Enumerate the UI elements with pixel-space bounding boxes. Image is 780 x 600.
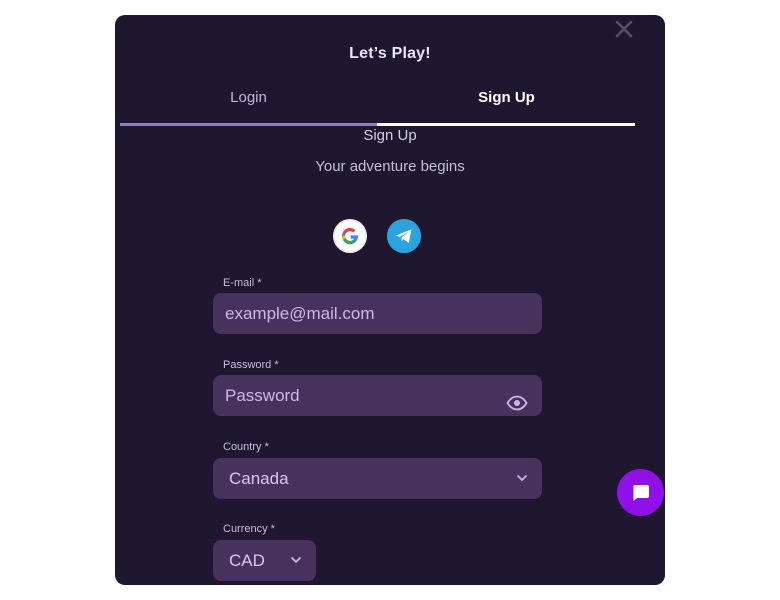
chevron-down-icon — [291, 557, 301, 563]
google-login-button[interactable] — [333, 219, 367, 253]
telegram-icon — [387, 219, 421, 253]
signup-tagline: Your adventure begins — [315, 158, 465, 175]
tab-indicator-inactive — [120, 123, 377, 126]
tab-sign-up[interactable]: Sign Up — [378, 85, 635, 113]
country-value: Canada — [229, 469, 289, 488]
eye-icon — [506, 395, 528, 411]
currency-label: Currency * — [223, 523, 275, 535]
password-placeholder: Password — [225, 386, 300, 405]
chat-bubble-icon — [633, 485, 649, 501]
password-field[interactable]: Password — [213, 375, 542, 416]
chevron-down-icon — [517, 475, 527, 481]
currency-value: CAD — [229, 551, 265, 570]
signup-heading: Sign Up — [363, 127, 417, 144]
tab-login[interactable]: Login — [120, 85, 377, 113]
google-icon — [333, 219, 367, 253]
telegram-login-button[interactable] — [387, 219, 421, 253]
tab-indicator — [120, 123, 635, 126]
show-password-button[interactable] — [506, 386, 528, 411]
auth-tabs: Login Sign Up — [120, 85, 635, 127]
country-select[interactable]: Canada — [213, 458, 542, 499]
signup-modal: Let’s Play! Login Sign Up Sign Up Your a… — [115, 15, 665, 585]
modal-title: Let’s Play! — [349, 45, 431, 62]
password-label: Password * — [223, 359, 279, 371]
chat-button[interactable] — [617, 469, 664, 516]
country-label: Country * — [223, 441, 269, 453]
currency-select[interactable]: CAD — [213, 540, 316, 581]
email-field[interactable]: example@mail.com — [213, 293, 542, 334]
email-placeholder: example@mail.com — [225, 304, 375, 323]
close-button[interactable] — [612, 17, 636, 41]
email-label: E-mail * — [223, 277, 262, 289]
close-icon — [615, 20, 633, 38]
